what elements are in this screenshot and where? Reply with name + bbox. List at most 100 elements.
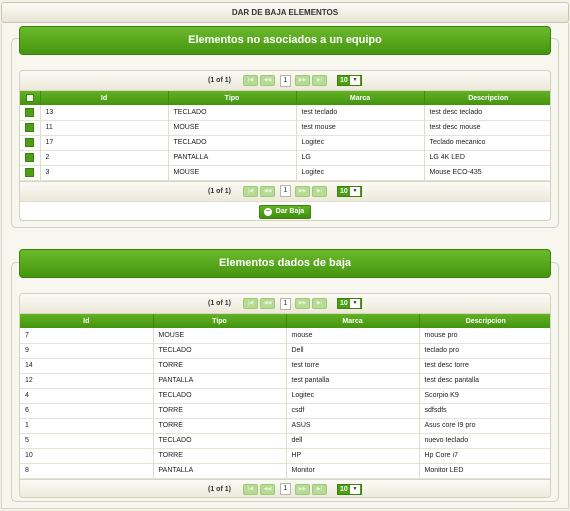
cell-descripcion: LG 4K LED (424, 150, 550, 166)
cell-id: 2 (40, 150, 169, 166)
table-row[interactable]: 5 TECLADO dell nuevo teclado (20, 433, 550, 449)
cell-tipo: TORRE (153, 358, 287, 374)
select-all-checkbox[interactable] (20, 91, 41, 105)
cell-marca: Monitor (286, 463, 420, 479)
last-page-icon[interactable]: ▶| (311, 185, 327, 197)
rows-per-page-select[interactable]: 10 ▼ (336, 483, 362, 495)
table-row[interactable]: 10 TORRE HP Hp Core i7 (20, 448, 550, 464)
column-header-descripcion[interactable]: Descripcion (419, 314, 550, 328)
first-page-icon[interactable]: |◀ (242, 75, 258, 86)
next-page-icon[interactable]: ▶▶ (294, 75, 310, 86)
column-header-descripcion[interactable]: Descripcion (424, 91, 550, 105)
table-row[interactable]: 8 PANTALLA Monitor Monitor LED (20, 463, 550, 479)
row-checkbox[interactable] (20, 150, 41, 166)
cell-descripcion: teclado pro (419, 343, 550, 359)
dar-baja-label: Dar Baja (275, 208, 305, 215)
page-number[interactable]: 1 (279, 74, 291, 87)
cell-descripcion: test desc pantalla (419, 373, 550, 389)
page-report: (1 of 1) (208, 485, 231, 493)
prev-page-icon[interactable]: ◀◀ (259, 483, 275, 495)
prev-page-icon[interactable]: ◀◀ (259, 75, 275, 86)
cell-id: 13 (40, 105, 169, 121)
cell-id: 8 (20, 463, 154, 479)
cell-tipo: TORRE (153, 418, 287, 434)
cell-tipo: TECLADO (153, 433, 287, 449)
cell-tipo: TECLADO (153, 388, 287, 404)
table-row[interactable]: 9 TECLADO Dell teclado pro (20, 343, 550, 359)
table-row[interactable]: 2 PANTALLA LG LG 4K LED (20, 150, 550, 166)
column-header-marca[interactable]: Marca (296, 91, 425, 105)
page-number[interactable]: 1 (279, 185, 291, 197)
table-row[interactable]: 14 TORRE test torre test desc torre (20, 358, 550, 374)
cell-descripcion: Teclado mecanico (424, 135, 550, 151)
cell-marca: test mouse (296, 120, 425, 136)
cell-tipo: TORRE (153, 448, 287, 464)
table-row[interactable]: 1 TORRE ASUS Asus core I9 pro (20, 418, 550, 434)
rows-per-page-select[interactable]: 10 ▼ (336, 185, 362, 197)
cell-id: 7 (20, 328, 154, 344)
rows-per-page-select[interactable]: 10 ▼ (336, 298, 362, 309)
next-page-icon[interactable]: ▶▶ (294, 483, 310, 495)
next-page-icon[interactable]: ▶▶ (294, 185, 310, 197)
table-row[interactable]: 7 MOUSE mouse mouse pro (20, 328, 550, 344)
first-page-icon[interactable]: |◀ (242, 483, 258, 495)
column-header-tipo[interactable]: Tipo (153, 314, 287, 328)
prev-page-icon[interactable]: ◀◀ (259, 185, 275, 197)
cell-tipo: TORRE (153, 403, 287, 419)
cell-marca: mouse (286, 328, 420, 344)
cell-marca: Logitec (296, 135, 425, 151)
table-row[interactable]: 12 PANTALLA test pantalla test desc pantall… (20, 373, 550, 389)
rows-per-page-select[interactable]: 10 ▼ (336, 75, 362, 86)
cell-marca: Logitec (296, 165, 425, 181)
chevron-down-icon: ▼ (349, 299, 360, 308)
cell-marca: test pantalla (286, 373, 420, 389)
first-page-icon[interactable]: |◀ (242, 298, 258, 309)
cell-descripcion: Mouse ECO-435 (424, 165, 550, 181)
table-row[interactable]: 4 TECLADO Logitec Scorpio K9 (20, 388, 550, 404)
first-page-icon[interactable]: |◀ (242, 185, 258, 197)
cell-id: 17 (40, 135, 169, 151)
table-row[interactable]: 13 TECLADO test teclado test desc teclad… (20, 105, 550, 121)
cell-id: 4 (20, 388, 154, 404)
table-row[interactable]: 6 TORRE csdf sdfsdfs (20, 403, 550, 419)
cell-descripcion: Monitor LED (419, 463, 550, 479)
next-page-icon[interactable]: ▶▶ (294, 298, 310, 309)
page-number[interactable]: 1 (279, 297, 291, 310)
last-page-icon[interactable]: ▶| (311, 298, 327, 309)
bottom-paginator: (1 of 1) |◀ ◀◀ 1 ▶▶ ▶| 10 ▼ (20, 180, 550, 201)
row-checkbox[interactable] (20, 105, 41, 121)
cell-id: 14 (20, 358, 154, 374)
cell-descripcion: Asus core I9 pro (419, 418, 550, 434)
table-row[interactable]: 11 MOUSE test mouse test desc mouse (20, 120, 550, 136)
last-page-icon[interactable]: ▶| (311, 483, 327, 495)
dar-baja-button[interactable]: − Dar Baja (258, 204, 312, 219)
cell-marca: ASUS (286, 418, 420, 434)
bottom-paginator: (1 of 1) |◀ ◀◀ 1 ▶▶ ▶| 10 ▼ (20, 478, 550, 497)
prev-page-icon[interactable]: ◀◀ (259, 298, 275, 309)
table-row[interactable]: 17 TECLADO Logitec Teclado mecanico (20, 135, 550, 151)
cell-tipo: PANTALLA (153, 463, 287, 479)
column-header-id[interactable]: Id (40, 91, 169, 105)
cell-marca: Logitec (286, 388, 420, 404)
chevron-down-icon: ▼ (349, 186, 360, 196)
cell-descripcion: test desc mouse (424, 120, 550, 136)
page-report: (1 of 1) (208, 77, 231, 84)
column-header-marca[interactable]: Marca (286, 314, 420, 328)
cell-tipo: MOUSE (168, 120, 297, 136)
column-header-tipo[interactable]: Tipo (168, 91, 297, 105)
cell-id: 6 (20, 403, 154, 419)
row-checkbox[interactable] (20, 135, 41, 151)
cell-id: 9 (20, 343, 154, 359)
table-row[interactable]: 3 MOUSE Logitec Mouse ECO-435 (20, 165, 550, 181)
page-report: (1 of 1) (208, 187, 231, 195)
cell-id: 5 (20, 433, 154, 449)
cell-marca: HP (286, 448, 420, 464)
cell-id: 3 (40, 165, 169, 181)
unassigned-elements-table: (1 of 1) |◀ ◀◀ 1 ▶▶ ▶| 10 ▼ Id Tipo Marca… (19, 70, 551, 221)
cell-id: 12 (20, 373, 154, 389)
column-header-id[interactable]: Id (20, 314, 154, 328)
row-checkbox[interactable] (20, 120, 41, 136)
last-page-icon[interactable]: ▶| (311, 75, 327, 86)
row-checkbox[interactable] (20, 165, 41, 181)
page-number[interactable]: 1 (279, 483, 291, 495)
